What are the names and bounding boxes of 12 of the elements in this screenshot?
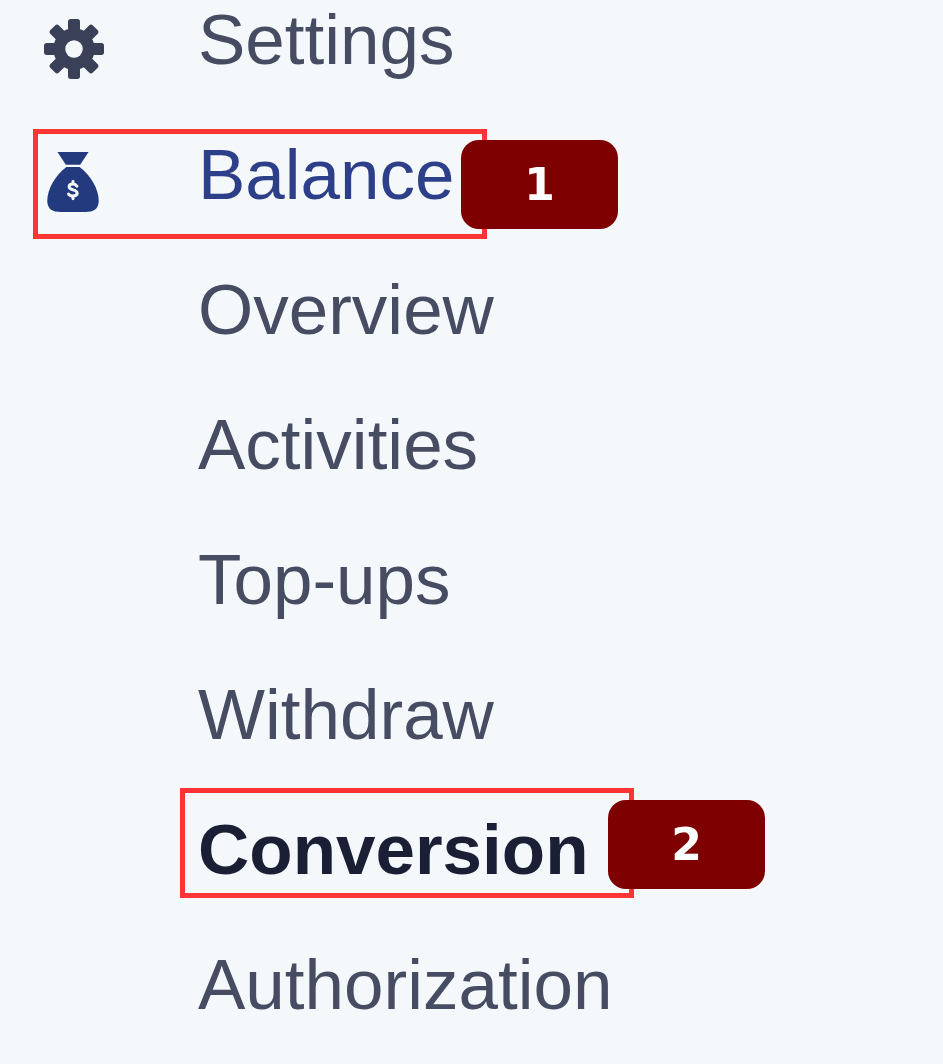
gear-icon: [44, 19, 104, 79]
money-bag-icon: [47, 152, 99, 212]
nav-subitem[interactable]: Top-ups: [198, 540, 451, 619]
callout-badge: 2: [608, 800, 765, 889]
nav-item[interactable]: Settings: [42, 0, 455, 79]
nav-subitem[interactable]: Withdraw: [198, 675, 494, 754]
callout-badge: 1: [461, 140, 618, 229]
nav-subitem[interactable]: Conversion: [198, 810, 589, 889]
nav-subitem[interactable]: Authorization: [198, 945, 613, 1024]
nav-subitem[interactable]: Overview: [198, 270, 494, 349]
nav-subitem[interactable]: Activities: [198, 405, 479, 484]
nav-item[interactable]: Balance: [42, 135, 455, 214]
